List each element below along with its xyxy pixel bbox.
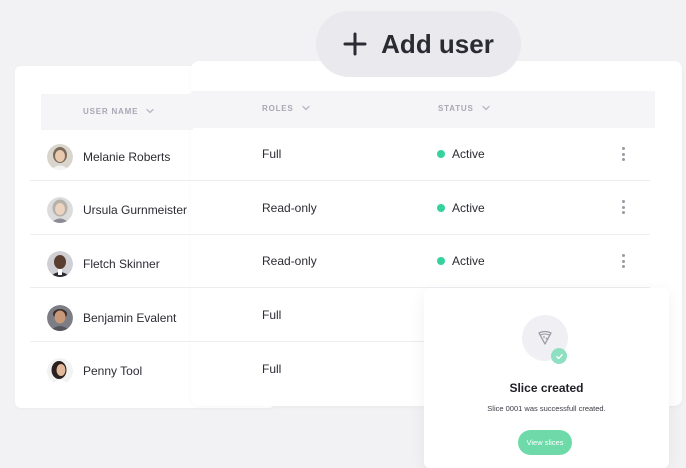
- status-dot: [437, 204, 445, 212]
- status-dot: [437, 150, 445, 158]
- row-menu-button[interactable]: [618, 146, 628, 162]
- row-divider: [30, 180, 650, 181]
- table-header: [191, 91, 655, 128]
- table-row-user[interactable]: Ursula Gurnmeister: [47, 196, 187, 224]
- chevron-down-icon: [146, 108, 154, 114]
- user-role: Full: [262, 147, 282, 161]
- status-badge: Active: [437, 254, 485, 268]
- status-label: Active: [452, 201, 485, 215]
- status-badge: Active: [437, 201, 485, 215]
- row-menu-button[interactable]: [618, 199, 628, 215]
- kebab-menu-icon: [621, 254, 625, 257]
- avatar: [47, 197, 73, 223]
- column-header-label: STATUS: [438, 103, 474, 113]
- plus-icon: [343, 32, 367, 56]
- add-user-button[interactable]: Add user: [316, 11, 521, 77]
- column-header-label: ROLES: [262, 103, 294, 113]
- success-toast: Slice created Slice 0001 was successfull…: [424, 288, 669, 468]
- row-divider: [30, 341, 424, 342]
- check-icon: [551, 348, 567, 364]
- row-menu-button[interactable]: [618, 253, 628, 269]
- row-divider: [30, 234, 650, 235]
- table-row-user[interactable]: Fletch Skinner: [47, 250, 160, 278]
- avatar: [47, 251, 73, 277]
- column-header-status[interactable]: STATUS: [438, 103, 491, 113]
- user-role: Full: [262, 362, 282, 376]
- user-name: Penny Tool: [83, 364, 143, 378]
- user-role: Read-only: [262, 254, 317, 268]
- avatar: [47, 305, 73, 331]
- user-role: Full: [262, 308, 282, 322]
- column-header-roles[interactable]: ROLES: [262, 103, 311, 113]
- user-role: Read-only: [262, 201, 317, 215]
- pizza-slice-icon: [538, 330, 552, 345]
- status-label: Active: [452, 254, 485, 268]
- view-slices-button[interactable]: View slices: [518, 430, 572, 455]
- user-name: Melanie Roberts: [83, 150, 171, 164]
- table-row-user[interactable]: Melanie Roberts: [47, 143, 170, 171]
- avatar: [47, 358, 73, 384]
- table-row-user[interactable]: Penny Tool: [47, 357, 142, 385]
- kebab-menu-icon: [621, 200, 625, 203]
- toast-title: Slice created: [509, 381, 584, 395]
- add-user-label: Add user: [381, 28, 494, 59]
- status-dot: [437, 257, 445, 265]
- user-name: Benjamin Evalent: [83, 311, 177, 325]
- user-name: Ursula Gurnmeister: [83, 203, 188, 217]
- table-row-user[interactable]: Benjamin Evalent: [47, 304, 176, 332]
- chevron-down-icon: [481, 105, 490, 111]
- user-name: Fletch Skinner: [83, 257, 160, 271]
- toast-message: Slice 0001 was successfull created.: [487, 404, 606, 413]
- column-header-label: USER NAME: [83, 106, 139, 116]
- status-badge: Active: [437, 147, 485, 161]
- avatar: [47, 144, 73, 170]
- chevron-down-icon: [301, 105, 310, 111]
- status-label: Active: [452, 147, 485, 161]
- kebab-menu-icon: [621, 147, 625, 150]
- column-header-user-name[interactable]: USER NAME: [83, 106, 155, 116]
